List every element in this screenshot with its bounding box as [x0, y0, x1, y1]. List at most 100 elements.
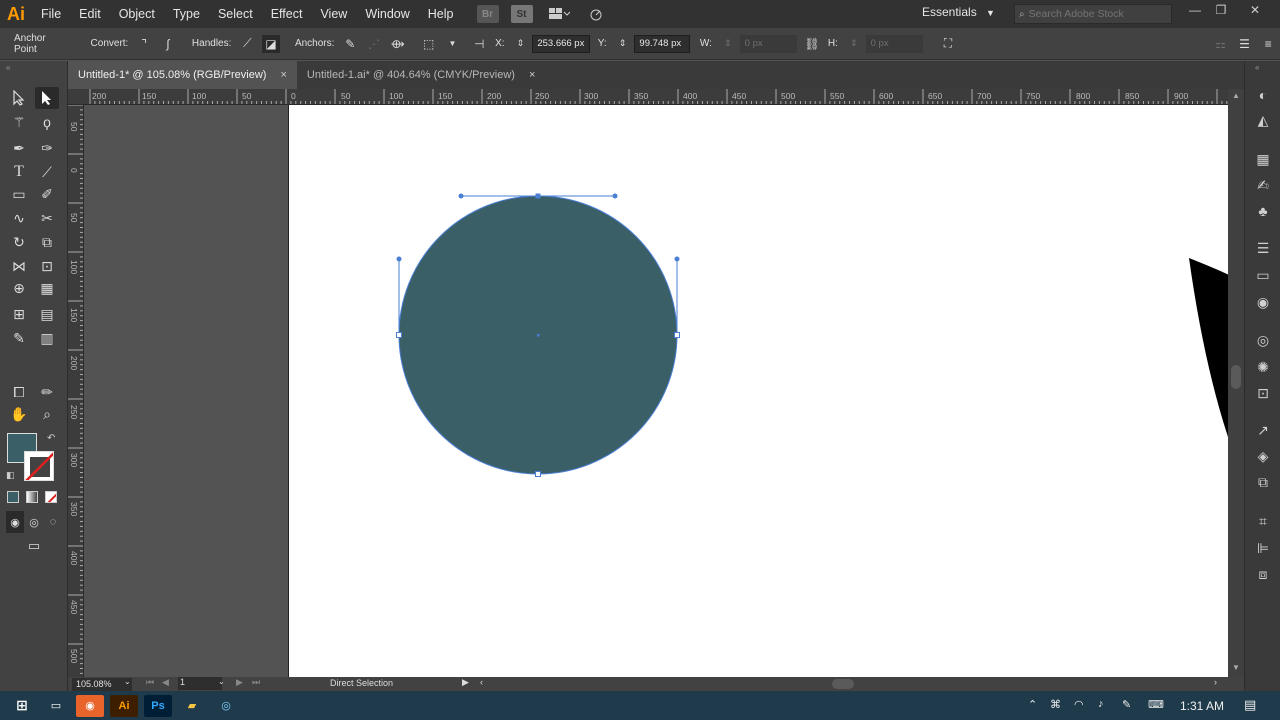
next-artboard-icon[interactable]: ▶ — [236, 677, 243, 688]
stroke-panel-icon[interactable]: ☰ — [1254, 239, 1272, 257]
chevron-up-icon[interactable]: ⌃ — [1028, 698, 1037, 711]
minimize-icon[interactable]: — — [1184, 3, 1206, 21]
pen-input-icon[interactable]: ✎ — [1122, 698, 1131, 711]
horizontal-ruler[interactable]: 200 150 100 50 0 50 100 150 200 250 300 … — [68, 89, 1228, 105]
illustrator-taskbar-icon[interactable]: Ai — [110, 694, 138, 717]
transparency-icon[interactable]: ◉ — [1254, 293, 1272, 311]
appearance-icon[interactable]: ◎ — [1254, 331, 1272, 349]
volume-icon[interactable]: ♪ — [1098, 698, 1104, 710]
type-tool-icon[interactable]: T — [7, 161, 31, 183]
direct-selection-tool-icon[interactable] — [35, 87, 59, 109]
scroll-thumb[interactable] — [1231, 365, 1241, 389]
notifications-icon[interactable]: ▤ — [1244, 697, 1256, 713]
menu-help[interactable]: Help — [419, 0, 463, 28]
color-guide-icon[interactable]: ◭ — [1254, 111, 1272, 129]
paintbrush-tool-icon[interactable]: ✐ — [35, 183, 59, 205]
previous-artboard-icon[interactable]: ◀ — [162, 677, 169, 688]
workspace-switcher[interactable]: Essentials ▼ — [922, 5, 995, 19]
y-field[interactable]: 99.748 px — [634, 34, 690, 53]
shaper-tool-icon[interactable]: ∿ — [7, 207, 31, 229]
keyboard-icon[interactable]: ⌨ — [1148, 698, 1164, 711]
hand-tool-icon[interactable]: ✋ — [7, 403, 31, 425]
brushes-icon[interactable]: ✍ — [1254, 176, 1272, 194]
first-artboard-icon[interactable]: ⏮ — [146, 677, 154, 688]
artboard-tool-icon[interactable]: ⧠ — [7, 381, 31, 403]
draw-normal-icon[interactable]: ◉ — [6, 511, 24, 533]
shape-builder-tool-icon[interactable]: ⊕ — [7, 277, 31, 299]
collapse-icon[interactable]: « — [6, 63, 10, 72]
align-panel-icon[interactable]: ⊫ — [1254, 539, 1272, 557]
default-colors-icon[interactable]: ◧ — [6, 470, 15, 481]
gradient-mode-icon[interactable] — [26, 491, 38, 503]
arrange-documents-icon[interactable] — [545, 5, 573, 23]
menu-view[interactable]: View — [311, 0, 356, 28]
bridge-icon[interactable]: Br — [476, 5, 499, 23]
swatches-icon[interactable]: ▦ — [1254, 150, 1272, 168]
pathfinder-icon[interactable]: ⧈ — [1254, 565, 1272, 583]
windows-start-icon[interactable]: ⊞ — [8, 695, 36, 717]
isolate-object-icon[interactable]: ⬚ — [420, 35, 438, 53]
menu-object[interactable]: Object — [110, 0, 164, 28]
eyedropper-tool-icon[interactable]: ✎ — [7, 327, 31, 349]
handle-point[interactable] — [396, 256, 402, 262]
handle-point[interactable] — [674, 256, 680, 262]
chevron-down-icon[interactable]: ⌄ — [218, 677, 225, 686]
close-icon[interactable]: × — [280, 69, 286, 81]
horizontal-scroll-thumb[interactable] — [832, 679, 854, 689]
color-mode-icon[interactable] — [7, 491, 19, 503]
anchor-point-bottom[interactable] — [535, 471, 541, 477]
close-icon[interactable]: ✕ — [1244, 3, 1266, 21]
menu-select[interactable]: Select — [209, 0, 262, 28]
pen-tool-icon[interactable]: ✒ — [7, 137, 31, 159]
x-stepper-icon[interactable]: ⇕ — [512, 35, 530, 53]
w-field[interactable]: 0 px — [739, 34, 798, 53]
hide-handles-icon[interactable]: ◪ — [262, 34, 280, 53]
tab-untitled-1-ai[interactable]: Untitled-1.ai* @ 404.64% (CMYK/Preview) … — [297, 61, 545, 89]
last-artboard-icon[interactable]: ⏭ — [252, 677, 260, 688]
zoom-tool-icon[interactable]: ⌕ — [35, 403, 59, 425]
wifi-icon[interactable]: ◠ — [1074, 698, 1084, 711]
tab-untitled-1[interactable]: Untitled-1* @ 105.08% (RGB/Preview) × — [68, 61, 297, 89]
selection-tool-icon[interactable] — [7, 87, 31, 109]
scroll-up-icon[interactable]: ▲ — [1232, 91, 1240, 100]
scroll-down-icon[interactable]: ▼ — [1232, 663, 1240, 672]
anchor-point-left[interactable] — [396, 332, 402, 338]
menu-edit[interactable]: Edit — [70, 0, 110, 28]
handle-point[interactable] — [458, 193, 464, 199]
remove-anchor-icon[interactable]: ✎ — [341, 35, 359, 53]
menu-effect[interactable]: Effect — [262, 0, 312, 28]
line-tool-icon[interactable]: ⟋ — [35, 161, 59, 183]
chevron-down-icon[interactable]: ▼ — [444, 35, 462, 53]
network-icon[interactable]: ⌘ — [1050, 698, 1061, 711]
artboards-icon[interactable]: ⧉ — [1254, 473, 1272, 491]
draw-inside-icon[interactable]: ◌ — [44, 511, 62, 533]
canvas[interactable] — [84, 105, 1228, 677]
status-menu-icon[interactable]: ▶ — [462, 677, 469, 688]
close-icon[interactable]: × — [529, 69, 535, 81]
mesh-tool-icon[interactable]: ⊞ — [7, 303, 31, 325]
transform-icon[interactable]: ⛶ — [939, 35, 957, 53]
app-icon[interactable]: ◎ — [212, 695, 240, 717]
gradient-panel-icon[interactable]: ▭ — [1254, 266, 1272, 284]
zoom-field[interactable]: 105.08% — [72, 678, 132, 691]
artboard[interactable] — [288, 105, 1228, 677]
stock-search[interactable]: ⌕ — [1014, 4, 1172, 24]
symbols-icon[interactable]: ♣ — [1254, 202, 1272, 220]
align-panel-icon[interactable]: ☰ — [1236, 35, 1254, 53]
stock-search-input[interactable] — [1028, 8, 1159, 20]
h-field[interactable]: 0 px — [865, 34, 923, 53]
artboard-number-field[interactable]: 1 — [178, 677, 222, 690]
graph-tool-icon[interactable]: ▥ — [35, 327, 59, 349]
export-icon[interactable]: ↗ — [1254, 421, 1272, 439]
partial-black-shape[interactable] — [1189, 258, 1228, 440]
stock-icon[interactable]: St — [510, 5, 533, 23]
magic-wand-tool-icon[interactable]: ⚚ — [7, 111, 31, 133]
panel-options-icon[interactable]: ⚏ — [1212, 35, 1230, 53]
anchor-point-right[interactable] — [674, 332, 680, 338]
scroll-left-icon[interactable]: ‹ — [480, 677, 483, 687]
free-transform-tool-icon[interactable]: ⊡ — [35, 255, 59, 277]
task-view-icon[interactable]: ▭ — [42, 695, 70, 717]
expand-icon[interactable]: « — [1255, 63, 1259, 72]
gradient-tool-icon[interactable]: ▤ — [35, 303, 59, 325]
rotate-tool-icon[interactable]: ↻ — [7, 231, 31, 253]
